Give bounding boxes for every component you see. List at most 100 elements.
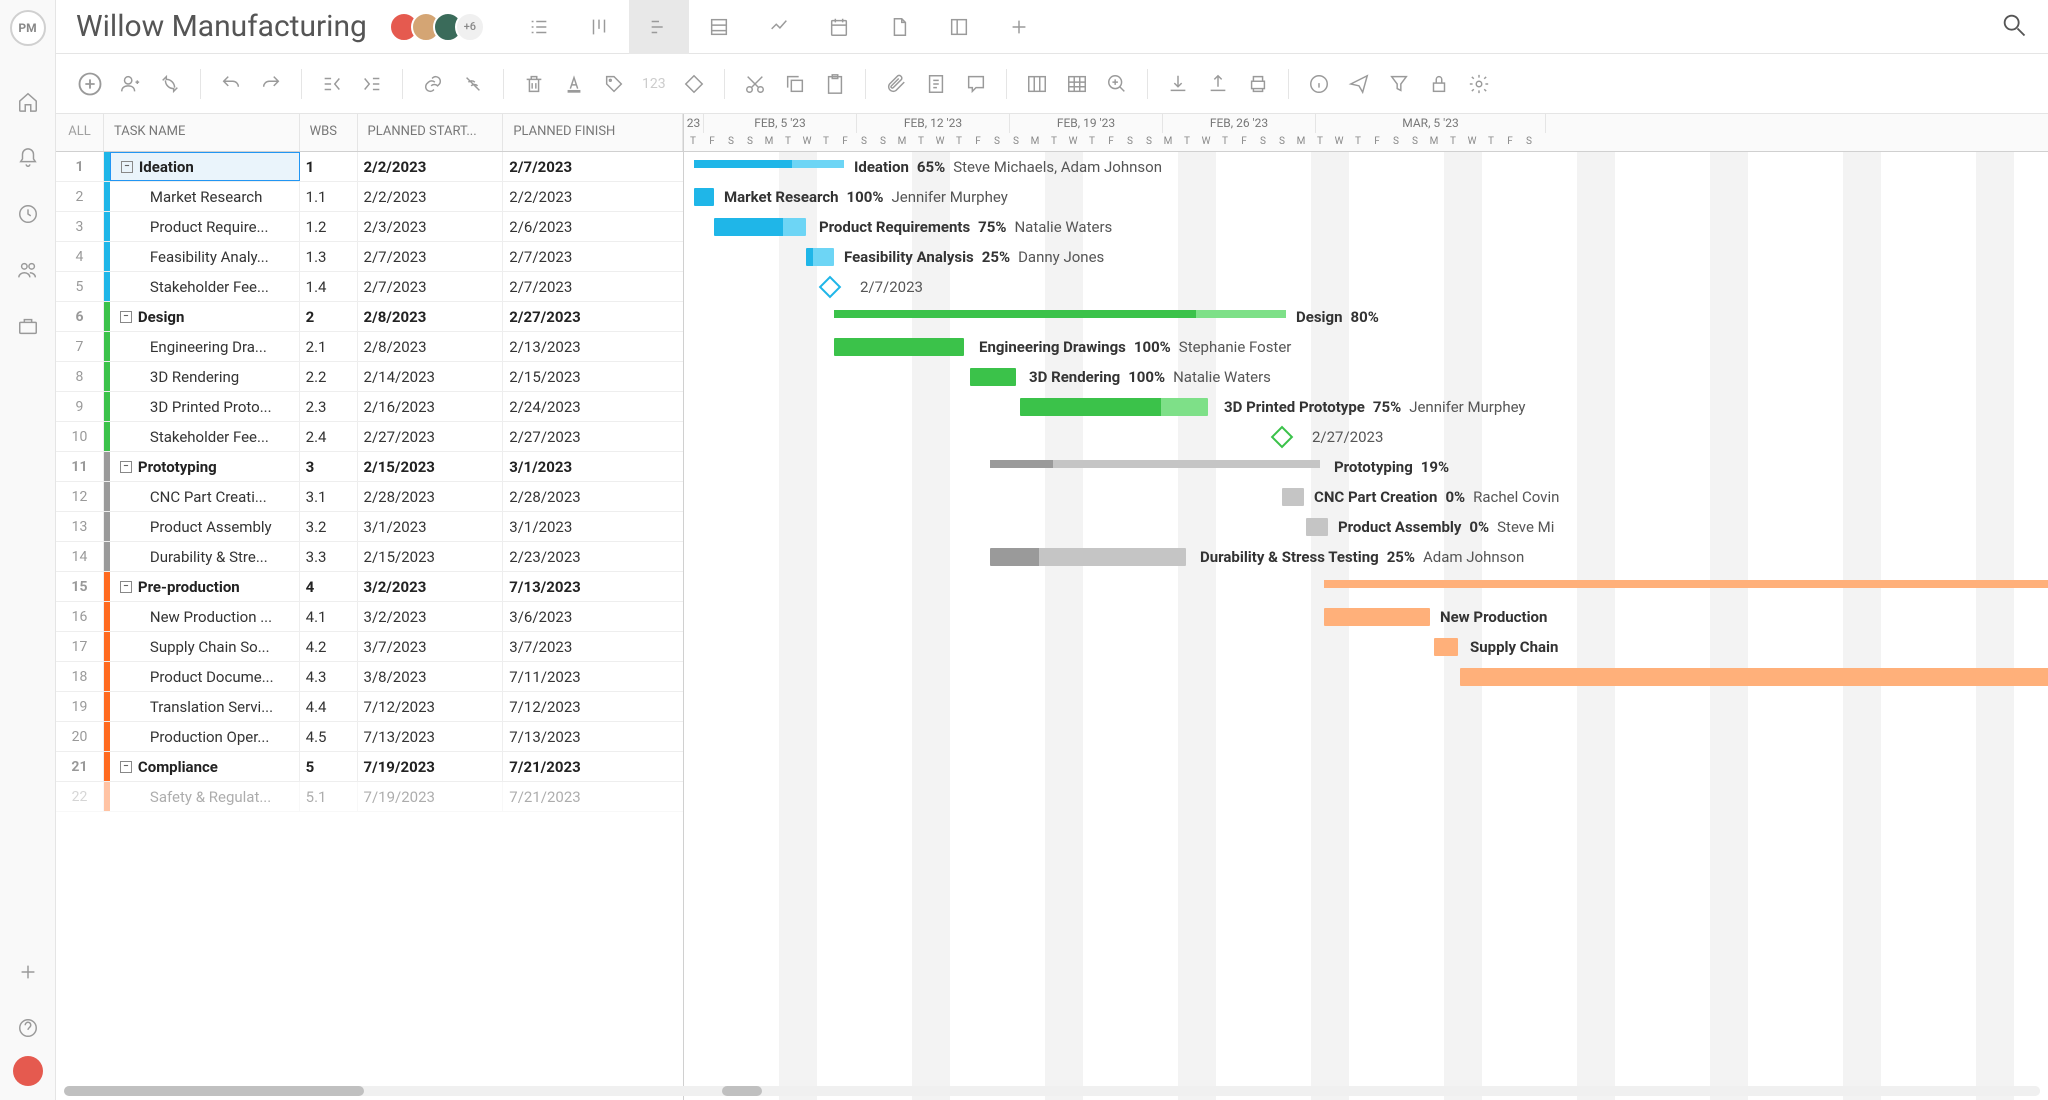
tab-board-icon[interactable]: [569, 0, 629, 54]
wbs-cell[interactable]: 1.1: [300, 182, 358, 211]
gantt-row[interactable]: Durability & Stress Testing25%Adam Johns…: [684, 542, 2048, 572]
wbs-cell[interactable]: 2: [300, 302, 358, 331]
finish-cell[interactable]: 3/1/2023: [503, 512, 683, 541]
task-bar[interactable]: [970, 368, 1016, 386]
plus-icon[interactable]: [14, 958, 42, 986]
wbs-cell[interactable]: 1: [300, 152, 358, 181]
add-task-icon[interactable]: [74, 68, 106, 100]
task-name-cell[interactable]: Production Oper...: [110, 722, 300, 751]
start-cell[interactable]: 7/12/2023: [358, 692, 504, 721]
start-cell[interactable]: 3/8/2023: [358, 662, 504, 691]
task-name-cell[interactable]: Durability & Stre...: [110, 542, 300, 571]
gantt-row[interactable]: [684, 662, 2048, 692]
cut-icon[interactable]: [739, 68, 771, 100]
start-cell[interactable]: 2/3/2023: [358, 212, 504, 241]
refresh-icon[interactable]: [154, 68, 186, 100]
start-cell[interactable]: 2/27/2023: [358, 422, 504, 451]
task-name-cell[interactable]: −Ideation: [110, 152, 300, 181]
gantt-row[interactable]: CNC Part Creation0%Rachel Covin: [684, 482, 2048, 512]
milestone-marker[interactable]: [1271, 426, 1294, 449]
task-bar[interactable]: [1282, 488, 1304, 506]
tab-add-icon[interactable]: [989, 0, 1049, 54]
task-bar[interactable]: [1020, 398, 1208, 416]
wbs-cell[interactable]: 4.2: [300, 632, 358, 661]
import-icon[interactable]: [1162, 68, 1194, 100]
wbs-cell[interactable]: 4.5: [300, 722, 358, 751]
task-name-cell[interactable]: Supply Chain So...: [110, 632, 300, 661]
gantt-row[interactable]: 3D Rendering100%Natalie Waters: [684, 362, 2048, 392]
redo-icon[interactable]: [255, 68, 287, 100]
export-icon[interactable]: [1202, 68, 1234, 100]
wbs-cell[interactable]: 2.1: [300, 332, 358, 361]
wbs-cell[interactable]: 2.3: [300, 392, 358, 421]
gantt-scrollbar[interactable]: [692, 1086, 2040, 1096]
task-row[interactable]: 18Product Docume...4.33/8/20237/11/2023: [56, 662, 683, 692]
gantt-row[interactable]: Ideation65%Steve Michaels, Adam Johnson: [684, 152, 2048, 182]
col-all[interactable]: ALL: [56, 114, 104, 151]
number-format-icon[interactable]: 123: [638, 76, 670, 92]
finish-cell[interactable]: 3/7/2023: [503, 632, 683, 661]
task-row[interactable]: 12CNC Part Creati...3.12/28/20232/28/202…: [56, 482, 683, 512]
start-cell[interactable]: 3/2/2023: [358, 572, 504, 601]
finish-cell[interactable]: 7/21/2023: [503, 782, 683, 811]
grid-body[interactable]: 1−Ideation12/2/20232/7/20232Market Resea…: [56, 152, 683, 1100]
start-cell[interactable]: 2/15/2023: [358, 542, 504, 571]
tab-list-icon[interactable]: [509, 0, 569, 54]
task-bar[interactable]: [834, 338, 964, 356]
notes-icon[interactable]: [920, 68, 952, 100]
start-cell[interactable]: 7/19/2023: [358, 752, 504, 781]
tab-calendar-icon[interactable]: [809, 0, 869, 54]
milestone-marker[interactable]: [819, 276, 842, 299]
task-row[interactable]: 22Safety & Regulat...5.17/19/20237/21/20…: [56, 782, 683, 812]
col-taskname[interactable]: TASK NAME: [104, 114, 300, 151]
copy-icon[interactable]: [779, 68, 811, 100]
start-cell[interactable]: 2/15/2023: [358, 452, 504, 481]
finish-cell[interactable]: 2/28/2023: [503, 482, 683, 511]
print-icon[interactable]: [1242, 68, 1274, 100]
task-name-cell[interactable]: −Prototyping: [110, 452, 300, 481]
task-name-cell[interactable]: Product Assembly: [110, 512, 300, 541]
assign-icon[interactable]: [114, 68, 146, 100]
wbs-cell[interactable]: 3: [300, 452, 358, 481]
finish-cell[interactable]: 2/2/2023: [503, 182, 683, 211]
task-bar[interactable]: [1306, 518, 1328, 536]
task-row[interactable]: 7Engineering Dra...2.12/8/20232/13/2023: [56, 332, 683, 362]
finish-cell[interactable]: 7/12/2023: [503, 692, 683, 721]
task-row[interactable]: 93D Printed Proto...2.32/16/20232/24/202…: [56, 392, 683, 422]
task-bar[interactable]: [1434, 638, 1458, 656]
task-bar[interactable]: [714, 218, 806, 236]
task-row[interactable]: 13Product Assembly3.23/1/20233/1/2023: [56, 512, 683, 542]
finish-cell[interactable]: 2/24/2023: [503, 392, 683, 421]
start-cell[interactable]: 3/7/2023: [358, 632, 504, 661]
start-cell[interactable]: 7/13/2023: [358, 722, 504, 751]
finish-cell[interactable]: 2/27/2023: [503, 302, 683, 331]
wbs-cell[interactable]: 5: [300, 752, 358, 781]
wbs-cell[interactable]: 1.2: [300, 212, 358, 241]
start-cell[interactable]: 3/1/2023: [358, 512, 504, 541]
tab-panel-icon[interactable]: [929, 0, 989, 54]
wbs-cell[interactable]: 1.4: [300, 272, 358, 301]
task-bar[interactable]: [990, 548, 1186, 566]
start-cell[interactable]: 2/7/2023: [358, 242, 504, 271]
wbs-cell[interactable]: 4.1: [300, 602, 358, 631]
gantt-row[interactable]: Prototyping19%: [684, 452, 2048, 482]
gantt-row[interactable]: 3D Printed Prototype75%Jennifer Murphey: [684, 392, 2048, 422]
wbs-cell[interactable]: 4.3: [300, 662, 358, 691]
start-cell[interactable]: 2/8/2023: [358, 302, 504, 331]
task-name-cell[interactable]: −Design: [110, 302, 300, 331]
finish-cell[interactable]: 7/21/2023: [503, 752, 683, 781]
task-name-cell[interactable]: CNC Part Creati...: [110, 482, 300, 511]
start-cell[interactable]: 2/16/2023: [358, 392, 504, 421]
users-icon[interactable]: [14, 256, 42, 284]
gantt-row[interactable]: New Production: [684, 602, 2048, 632]
task-row[interactable]: 4Feasibility Analy...1.32/7/20232/7/2023: [56, 242, 683, 272]
task-row[interactable]: 1−Ideation12/2/20232/7/2023: [56, 152, 683, 182]
wbs-cell[interactable]: 3.2: [300, 512, 358, 541]
grid-icon[interactable]: [1061, 68, 1093, 100]
gantt-row[interactable]: [684, 692, 2048, 722]
clock-icon[interactable]: [14, 200, 42, 228]
task-row[interactable]: 16New Production ...4.13/2/20233/6/2023: [56, 602, 683, 632]
task-row[interactable]: 15−Pre-production43/2/20237/13/2023: [56, 572, 683, 602]
start-cell[interactable]: 3/2/2023: [358, 602, 504, 631]
start-cell[interactable]: 2/7/2023: [358, 272, 504, 301]
